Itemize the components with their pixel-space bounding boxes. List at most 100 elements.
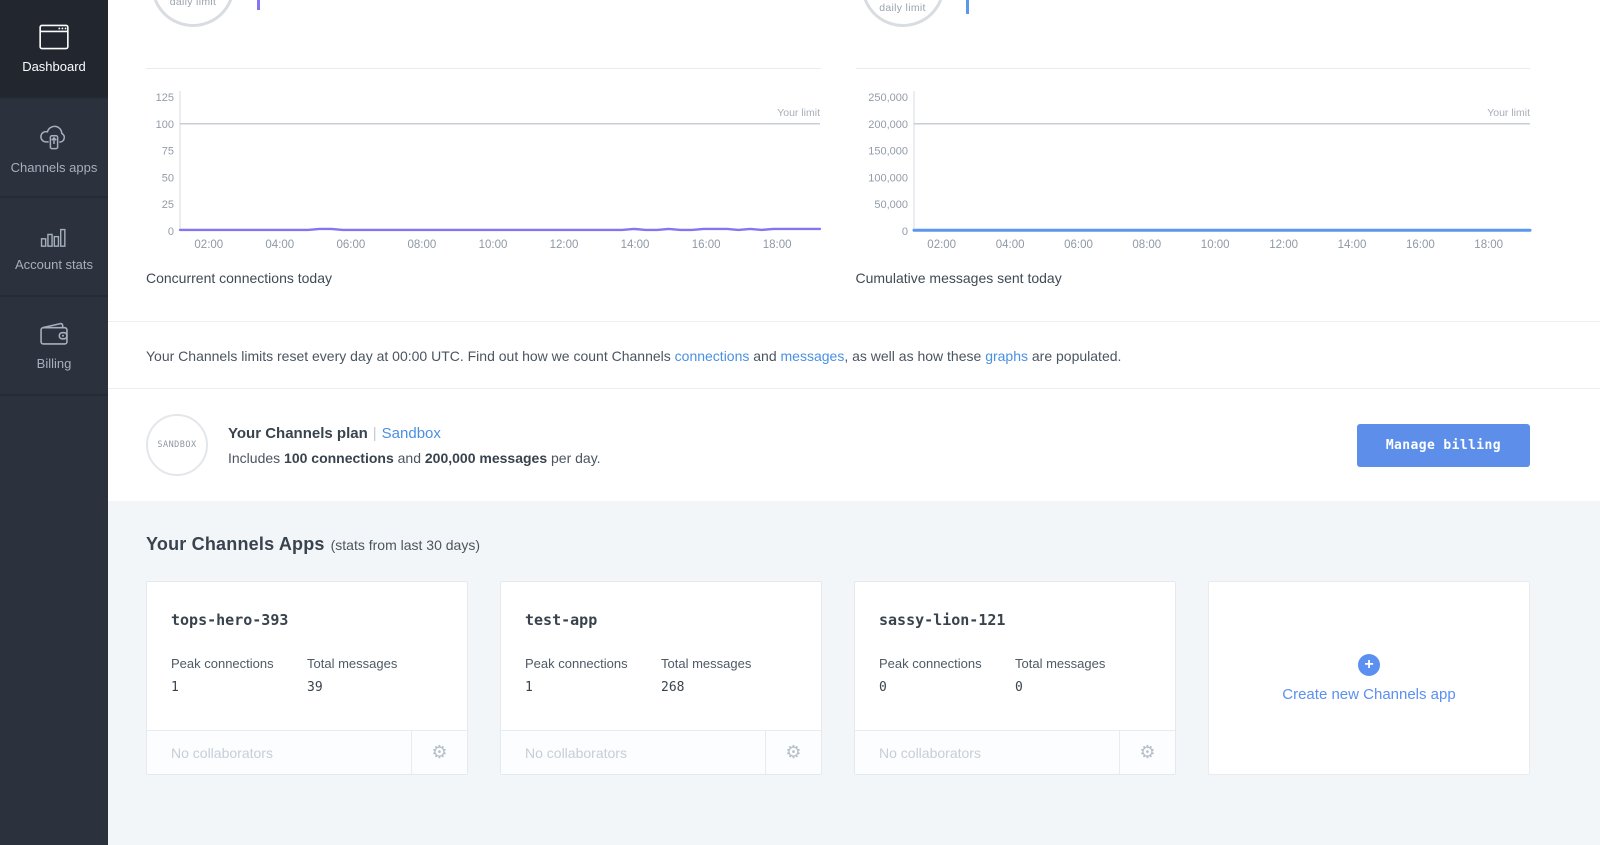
plan-title-prefix: Your Channels plan (228, 425, 368, 442)
plan-messages-limit: 200,000 messages (425, 450, 547, 466)
plan-section: SANDBOX Your Channels plan|Sandbox Inclu… (108, 389, 1600, 501)
svg-text:04:00: 04:00 (265, 239, 294, 251)
usage-charts-section: daily limit 1251007550250Your limit02:00… (108, 0, 1600, 322)
cloud-upload-icon (38, 121, 70, 151)
svg-text:25: 25 (162, 199, 174, 211)
graphs-link[interactable]: graphs (985, 348, 1028, 364)
total-messages-value: 39 (307, 680, 443, 695)
app-card-footer: No collaborators ⚙ (501, 730, 821, 774)
svg-text:12:00: 12:00 (1269, 239, 1298, 251)
svg-text:04:00: 04:00 (995, 239, 1024, 251)
svg-text:Your limit: Your limit (1487, 107, 1530, 119)
daily-limit-gauge-label: daily limit (848, 2, 958, 14)
svg-text:250,000: 250,000 (868, 92, 908, 104)
sidebar-item-billing[interactable]: Billing (0, 297, 108, 396)
app-name-link[interactable]: sassy-lion-121 (879, 611, 1151, 629)
svg-text:18:00: 18:00 (1474, 239, 1503, 251)
note-text: and (749, 348, 780, 364)
plan-badge: SANDBOX (146, 414, 208, 476)
svg-text:150,000: 150,000 (868, 146, 908, 158)
create-new-channels-app-card[interactable]: + Create new Channels app (1208, 581, 1530, 775)
wallet-icon (38, 320, 70, 347)
svg-text:10:00: 10:00 (1200, 239, 1229, 251)
note-text: are populated. (1028, 348, 1121, 364)
connections-link[interactable]: connections (675, 348, 750, 364)
peak-connections-value: 0 (879, 680, 1015, 695)
svg-text:50,000: 50,000 (874, 199, 908, 211)
peak-connections-value: 1 (171, 680, 307, 695)
plan-title: Your Channels plan|Sandbox (228, 425, 1357, 442)
note-text: Your Channels limits reset every day at … (146, 348, 675, 364)
plan-name-link[interactable]: Sandbox (382, 425, 441, 442)
messages-chart-title: Cumulative messages sent today (856, 270, 1531, 286)
total-messages-label: Total messages (307, 656, 443, 671)
messages-gauge-strip: daily limit (856, 0, 1531, 69)
svg-text:14:00: 14:00 (1337, 239, 1366, 251)
sidebar: Dashboard Channels apps Account stats Bi… (0, 0, 108, 845)
app-settings-gear-icon[interactable]: ⚙ (1119, 731, 1175, 774)
total-messages-value: 268 (661, 680, 797, 695)
plus-circle-icon: + (1358, 654, 1380, 676)
browser-window-icon (39, 24, 69, 50)
apps-section-heading: Your Channels Apps (stats from last 30 da… (146, 534, 1530, 555)
connections-chart-column: daily limit 1251007550250Your limit02:00… (146, 0, 821, 321)
total-messages-value: 0 (1015, 680, 1151, 695)
sidebar-item-dashboard[interactable]: Dashboard (0, 0, 108, 99)
bar-chart-icon (39, 222, 69, 248)
plan-includes-prefix: Includes (228, 450, 284, 466)
svg-text:125: 125 (156, 92, 174, 104)
svg-text:200,000: 200,000 (868, 119, 908, 131)
sidebar-item-account-stats[interactable]: Account stats (0, 198, 108, 297)
connections-chart-title: Concurrent connections today (146, 270, 821, 286)
svg-text:06:00: 06:00 (1064, 239, 1093, 251)
chart-accent-bar (966, 0, 969, 14)
messages-link[interactable]: messages (781, 348, 845, 364)
collaborators-status: No collaborators (147, 745, 411, 761)
app-card-footer: No collaborators ⚙ (147, 730, 467, 774)
svg-text:Your limit: Your limit (777, 107, 820, 119)
app-cards-row: tops-hero-393 Peak connections 1 Total m… (146, 581, 1530, 775)
svg-text:06:00: 06:00 (337, 239, 366, 251)
chart-accent-bar (257, 0, 260, 10)
peak-connections-value: 1 (525, 680, 661, 695)
plan-text: Your Channels plan|Sandbox Includes 100 … (228, 425, 1357, 466)
sidebar-item-label: Channels apps (11, 160, 98, 175)
messages-chart: 250,000200,000150,000100,00050,0000Your … (856, 85, 1531, 266)
manage-billing-button[interactable]: Manage billing (1357, 424, 1530, 467)
peak-connections-label: Peak connections (879, 656, 1015, 671)
svg-text:02:00: 02:00 (927, 239, 956, 251)
app-name-link[interactable]: test-app (525, 611, 797, 629)
messages-chart-column: daily limit 250,000200,000150,000100,000… (856, 0, 1531, 321)
collaborators-status: No collaborators (501, 745, 765, 761)
svg-text:08:00: 08:00 (408, 239, 437, 251)
apps-heading-text: Your Channels Apps (146, 534, 325, 554)
collaborators-status: No collaborators (855, 745, 1119, 761)
peak-connections-label: Peak connections (171, 656, 307, 671)
svg-text:16:00: 16:00 (1406, 239, 1435, 251)
svg-text:0: 0 (168, 226, 174, 238)
svg-text:08:00: 08:00 (1132, 239, 1161, 251)
app-card: test-app Peak connections 1 Total messag… (500, 581, 822, 775)
note-text: , as well as how these (844, 348, 985, 364)
total-messages-label: Total messages (1015, 656, 1151, 671)
plan-includes: Includes 100 connections and 200,000 mes… (228, 450, 1357, 466)
create-new-channels-app-label: Create new Channels app (1282, 686, 1455, 703)
sidebar-item-label: Account stats (15, 257, 93, 272)
app-name-link[interactable]: tops-hero-393 (171, 611, 443, 629)
svg-text:75: 75 (162, 146, 174, 158)
svg-text:14:00: 14:00 (621, 239, 650, 251)
svg-text:0: 0 (901, 226, 907, 238)
sidebar-item-channels-apps[interactable]: Channels apps (0, 99, 108, 198)
plan-includes-suffix: per day. (547, 450, 600, 466)
svg-text:18:00: 18:00 (763, 239, 792, 251)
apps-heading-note: (stats from last 30 days) (331, 537, 480, 553)
main-content: daily limit 1251007550250Your limit02:00… (108, 0, 1600, 845)
total-messages-label: Total messages (661, 656, 797, 671)
limits-note: Your Channels limits reset every day at … (108, 322, 1600, 389)
app-settings-gear-icon[interactable]: ⚙ (411, 731, 467, 774)
app-settings-gear-icon[interactable]: ⚙ (765, 731, 821, 774)
svg-text:10:00: 10:00 (479, 239, 508, 251)
connections-gauge-strip: daily limit (146, 0, 821, 69)
channels-apps-section: Your Channels Apps (stats from last 30 da… (108, 501, 1600, 845)
svg-text:50: 50 (162, 172, 174, 184)
